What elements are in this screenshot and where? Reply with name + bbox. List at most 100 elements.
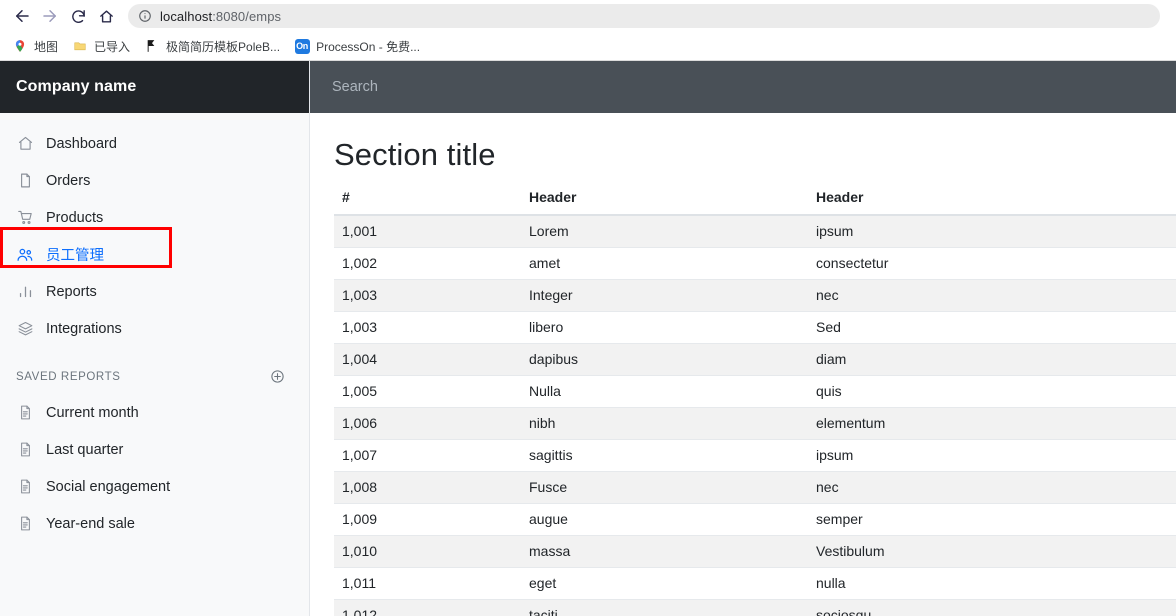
bookmark-processon[interactable]: On ProcessOn - 免费...	[288, 35, 426, 57]
bookmarks-bar: 地图 已导入 极简简历模板PoleB... On ProcessOn - 免费.…	[0, 32, 1176, 60]
table-row[interactable]: 1,009 augue semper	[334, 503, 1176, 536]
cell-a: dapibus	[529, 343, 816, 376]
top-search-bar	[310, 61, 1176, 113]
address-bar[interactable]: localhost:8080/emps	[128, 4, 1160, 28]
browser-chrome: localhost:8080/emps 地图 已导入 极简简历模板PoleB..…	[0, 0, 1176, 61]
file-text-icon	[16, 478, 34, 496]
table-row[interactable]: 1,006 nibh elementum	[334, 407, 1176, 440]
content-area: Section title # Header Header 1,001 Lorem…	[310, 113, 1176, 616]
table-row[interactable]: 1,003 Integer nec	[334, 279, 1176, 312]
forward-button[interactable]	[36, 2, 64, 30]
info-circle-icon[interactable]	[138, 9, 152, 23]
cell-number: 1,003	[334, 311, 529, 344]
table-row[interactable]: 1,010 massa Vestibulum	[334, 535, 1176, 568]
column-header-a[interactable]: Header	[529, 189, 816, 216]
arrow-left-icon	[13, 7, 31, 25]
arrow-right-icon	[41, 7, 59, 25]
sidebar: Company name Dashboard Orders Products 员…	[0, 61, 310, 616]
page-title: Section title	[334, 137, 496, 172]
saved-report-current-month[interactable]: Current month	[0, 394, 309, 431]
cell-number: 1,002	[334, 247, 529, 280]
cell-a: sagittis	[529, 439, 816, 472]
browser-toolbar: localhost:8080/emps	[0, 0, 1176, 32]
folder-icon	[72, 38, 88, 54]
sidebar-item-reports[interactable]: Reports	[0, 273, 309, 310]
bookmark-imported[interactable]: 已导入	[66, 35, 136, 57]
cell-a: libero	[529, 311, 816, 344]
cart-icon	[16, 209, 34, 227]
sidebar-item-label: 员工管理	[46, 248, 104, 264]
cell-number: 1,005	[334, 375, 529, 408]
table-row[interactable]: 1,007 sagittis ipsum	[334, 439, 1176, 472]
address-bar-path: :8080/emps	[212, 8, 282, 24]
main-content: Section title # Header Header 1,001Lorem…	[310, 61, 1176, 616]
sidebar-item-products[interactable]: Products	[0, 199, 309, 236]
reload-button[interactable]	[64, 2, 92, 30]
cell-a: eget	[529, 567, 816, 600]
brand-title: Company name	[0, 61, 309, 113]
sidebar-item-dashboard[interactable]: Dashboard	[0, 125, 309, 162]
sidebar-item-integrations[interactable]: Integrations	[0, 310, 309, 347]
file-icon	[16, 172, 34, 190]
table-row[interactable]: 1,001 Lorem ipsum	[334, 215, 1176, 248]
cell-a: Integer	[529, 279, 816, 312]
cell-number: 1,011	[334, 567, 529, 600]
flag-icon	[144, 38, 160, 54]
cell-a: massa	[529, 535, 816, 568]
table-row[interactable]: 1,012 taciti sociosqu	[334, 599, 1176, 616]
cell-a: augue	[529, 503, 816, 536]
home-button[interactable]	[92, 2, 120, 30]
sidebar-item-label: Products	[46, 209, 104, 226]
bookmark-maps[interactable]: 地图	[6, 35, 64, 57]
saved-reports-list: Current month Last quarter Social engage…	[0, 394, 309, 542]
table-row[interactable]: 1,003 libero Sed	[334, 311, 1176, 344]
cell-b: semper	[816, 503, 1176, 536]
saved-report-last-quarter[interactable]: Last quarter	[0, 431, 309, 468]
cell-a: amet	[529, 247, 816, 280]
cell-b: nec	[816, 471, 1176, 504]
map-pin-icon	[12, 38, 28, 54]
sidebar-item-label: Orders	[46, 172, 91, 189]
search-input[interactable]	[332, 79, 732, 95]
file-text-icon	[16, 441, 34, 459]
cell-b: nulla	[816, 567, 1176, 600]
plus-circle-icon[interactable]	[270, 369, 285, 384]
saved-report-year-end-sale[interactable]: Year-end sale	[0, 505, 309, 542]
address-bar-host: localhost	[160, 8, 213, 24]
saved-report-social-engagement[interactable]: Social engagement	[0, 468, 309, 505]
table-row[interactable]: 1,005 Nulla quis	[334, 375, 1176, 408]
cell-number: 1,007	[334, 439, 529, 472]
table-row[interactable]: 1,004 dapibus diam	[334, 343, 1176, 376]
bookmark-label: 极简简历模板PoleB...	[166, 39, 281, 54]
cell-a: nibh	[529, 407, 816, 440]
cell-number: 1,010	[334, 535, 529, 568]
table-header-row: # Header Header	[334, 189, 1176, 216]
cell-b: Vestibulum	[816, 535, 1176, 568]
cell-number: 1,009	[334, 503, 529, 536]
cell-b: elementum	[816, 407, 1176, 440]
column-header-number[interactable]: #	[334, 189, 529, 216]
processon-icon-text: On	[294, 38, 310, 54]
processon-icon: On	[294, 38, 310, 54]
table-body: 1,001 Lorem ipsum 1,002 amet consectetur 1,003…	[334, 215, 1176, 616]
column-header-b[interactable]: Header	[816, 189, 1176, 216]
sidebar-item-label: Dashboard	[46, 135, 117, 152]
table-row[interactable]: 1,008 Fusce nec	[334, 471, 1176, 504]
file-text-icon	[16, 404, 34, 422]
bar-chart-icon	[16, 283, 34, 301]
sidebar-item-employee-management[interactable]: 员工管理	[0, 236, 309, 273]
saved-reports-heading: Saved reports	[16, 370, 121, 383]
bookmark-poleb[interactable]: 极简简历模板PoleB...	[138, 35, 286, 57]
sidebar-item-label: Reports	[46, 283, 97, 300]
saved-report-label: Social engagement	[46, 478, 171, 495]
cell-number: 1,008	[334, 471, 529, 504]
cell-a: Lorem	[529, 215, 816, 248]
table-row[interactable]: 1,011 eget nulla	[334, 567, 1176, 600]
sidebar-item-orders[interactable]: Orders	[0, 162, 309, 199]
table-row[interactable]: 1,002 amet consectetur	[334, 247, 1176, 280]
data-table: # Header Header 1,001 Lorem ipsum 1,002 amet…	[334, 189, 1176, 616]
cell-a: Nulla	[529, 375, 816, 408]
cell-b: ipsum	[816, 215, 1176, 248]
bookmark-label: ProcessOn - 免费...	[316, 39, 421, 54]
back-button[interactable]	[8, 2, 36, 30]
